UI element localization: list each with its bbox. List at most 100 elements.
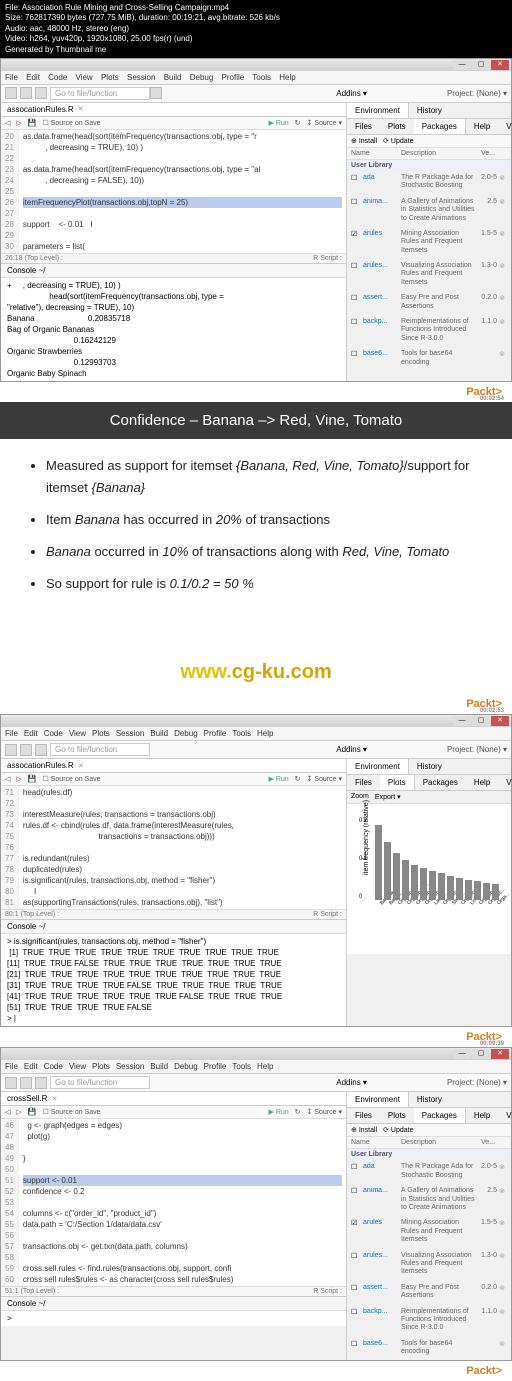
- titlebar: — ▢ ✕: [1, 715, 511, 727]
- menu-plots[interactable]: Plots: [101, 73, 119, 82]
- goto-input[interactable]: Go to file/function: [50, 87, 150, 100]
- file-tab[interactable]: assocationRules.R✕: [1, 759, 346, 773]
- fwd-icon[interactable]: ▷: [16, 119, 21, 127]
- source-on-save-checkbox[interactable]: ☐ Source on Save: [43, 119, 101, 127]
- open-icon[interactable]: [20, 744, 32, 756]
- code-editor[interactable]: 7172737475767778798081 head(rules.df) in…: [1, 786, 346, 909]
- menubar: File Edit Code View Plots Session Build …: [1, 71, 511, 85]
- minimize-button[interactable]: —: [453, 1049, 471, 1059]
- package-row[interactable]: ☐assert...Easy Pre and Post Assertions0.…: [347, 291, 511, 315]
- bar: [411, 865, 418, 901]
- package-row[interactable]: ☐adaThe R Package Ada for Stochastic Boo…: [347, 1160, 511, 1184]
- files-tab[interactable]: Files: [347, 119, 380, 134]
- menu-session[interactable]: Session: [127, 73, 155, 82]
- close-button[interactable]: ✕: [491, 1049, 509, 1059]
- update-button[interactable]: ⟳ Update: [383, 137, 413, 145]
- bar: [474, 881, 481, 900]
- titlebar: — ▢ ✕: [1, 59, 511, 71]
- close-tab-icon[interactable]: ✕: [78, 105, 84, 113]
- package-row[interactable]: ☐base6...Tools for base64 encoding⊗: [347, 347, 511, 371]
- package-row[interactable]: ☑arulesMining Association Rules and Freq…: [347, 227, 511, 259]
- menu-file[interactable]: File: [5, 73, 18, 82]
- minimize-button[interactable]: —: [453, 60, 471, 70]
- export-button[interactable]: Export ▾: [375, 793, 401, 801]
- console-tab[interactable]: Console ~/: [1, 1296, 346, 1311]
- plot-toolbar: Zoom Export ▾: [347, 791, 511, 804]
- close-button[interactable]: ✕: [491, 716, 509, 726]
- menu-profile[interactable]: Profile: [222, 73, 245, 82]
- addins-menu[interactable]: Addins ▾: [336, 89, 367, 98]
- rerun-icon[interactable]: ↻: [295, 119, 301, 127]
- project-selector[interactable]: Project: (None) ▾: [447, 89, 507, 98]
- menu-code[interactable]: Code: [48, 73, 67, 82]
- install-button[interactable]: ⊕ Install: [351, 137, 377, 145]
- package-row[interactable]: ☑arulesMining Association Rules and Freq…: [347, 1216, 511, 1248]
- file-tab[interactable]: assocationRules.R ✕: [1, 103, 346, 117]
- plots-tab[interactable]: Plots: [380, 119, 414, 134]
- close-button[interactable]: ✕: [491, 60, 509, 70]
- open-icon[interactable]: [20, 87, 32, 99]
- code-editor[interactable]: 464748495051525354555657585960 g <- grap…: [1, 1119, 346, 1286]
- file-tab[interactable]: crossSell.R✕: [1, 1092, 346, 1106]
- save-icon[interactable]: [35, 744, 47, 756]
- package-row[interactable]: ☐anima...A Gallery of Animations in Stat…: [347, 195, 511, 227]
- package-row[interactable]: ☐base6...Tools for base64 encoding⊗: [347, 1337, 511, 1361]
- package-row[interactable]: ☐backp...Reimplementations of Functions …: [347, 1305, 511, 1337]
- package-row[interactable]: ☐assert...Easy Pre and Post Assertions0.…: [347, 1281, 511, 1305]
- bar: [393, 853, 400, 900]
- pkg-toolbar: ⊕ Install ⟳ Update: [347, 135, 511, 148]
- project-selector[interactable]: Project: (None) ▾: [447, 745, 507, 754]
- save-icon[interactable]: [35, 87, 47, 99]
- run-button[interactable]: ▶ Run: [268, 775, 288, 783]
- bar: [447, 876, 454, 901]
- minimize-button[interactable]: —: [453, 716, 471, 726]
- packt-logo: Packt>00:02:53: [0, 694, 512, 714]
- console-output[interactable]: > is.significant(rules, transactions.obj…: [1, 934, 346, 1026]
- goto-input[interactable]: Go to file/function: [50, 743, 150, 756]
- bar: [375, 825, 382, 901]
- watermark: www.cg-ku.com: [0, 621, 512, 694]
- console-output[interactable]: + , decreasing = TRUE), 10) ) head(sort(…: [1, 278, 346, 381]
- maximize-button[interactable]: ▢: [472, 716, 490, 726]
- console-output[interactable]: >: [1, 1311, 346, 1326]
- menu-debug[interactable]: Debug: [190, 73, 214, 82]
- maximize-button[interactable]: ▢: [472, 1049, 490, 1059]
- save-icon[interactable]: 💾: [28, 119, 37, 127]
- bullet-2: Item Banana has occurred in 20% of trans…: [46, 509, 486, 531]
- console-tab[interactable]: Console ~/: [1, 919, 346, 934]
- menubar: FileEditCodeViewPlotsSessionBuildDebugPr…: [1, 1060, 511, 1074]
- new-file-icon[interactable]: [5, 87, 17, 99]
- back-icon[interactable]: ◁: [5, 119, 10, 127]
- run-button[interactable]: ▶ Run: [268, 119, 288, 127]
- console-tab[interactable]: Console ~/: [1, 263, 346, 278]
- bullet-1: Measured as support for itemset {Banana,…: [46, 455, 486, 499]
- menu-tools[interactable]: Tools: [252, 73, 271, 82]
- menu-help[interactable]: Help: [279, 73, 295, 82]
- viewer-tab[interactable]: Viewer: [498, 119, 512, 134]
- package-row[interactable]: ☐anima...A Gallery of Animations in Stat…: [347, 1184, 511, 1216]
- bullet-3: Banana occurred in 10% of transactions a…: [46, 541, 486, 563]
- code-editor[interactable]: 2021222324252627282930 as.data.frame(hea…: [1, 130, 346, 253]
- help-tab[interactable]: Help: [466, 119, 498, 134]
- menu-build[interactable]: Build: [164, 73, 182, 82]
- main-toolbar: Go to file/function Addins ▾ Project: (N…: [1, 1074, 511, 1092]
- new-file-icon[interactable]: [5, 744, 17, 756]
- package-row[interactable]: ☐arules...Visualizing Association Rules …: [347, 1249, 511, 1281]
- maximize-button[interactable]: ▢: [472, 60, 490, 70]
- addins-menu[interactable]: Addins ▾: [336, 745, 367, 754]
- tool-icon[interactable]: [150, 87, 162, 99]
- package-row[interactable]: ☐backp...Reimplementations of Functions …: [347, 315, 511, 347]
- menu-edit[interactable]: Edit: [26, 73, 40, 82]
- video-info: File: Association Rule Mining and Cross-…: [0, 0, 512, 58]
- package-row[interactable]: ☐adaThe R Package Ada for Stochastic Boo…: [347, 171, 511, 195]
- menu-view[interactable]: View: [76, 73, 93, 82]
- history-tab[interactable]: History: [409, 103, 450, 118]
- packt-logo: Packt>00:02:54: [0, 382, 512, 402]
- environment-tab[interactable]: Environment: [347, 103, 409, 118]
- source-button[interactable]: ↧ Source ▾: [307, 119, 342, 127]
- titlebar: — ▢ ✕: [1, 1048, 511, 1060]
- packages-tab[interactable]: Packages: [414, 119, 466, 134]
- package-row[interactable]: ☐arules...Visualizing Association Rules …: [347, 259, 511, 291]
- bar: [384, 842, 391, 901]
- close-tab-icon[interactable]: ✕: [78, 762, 84, 770]
